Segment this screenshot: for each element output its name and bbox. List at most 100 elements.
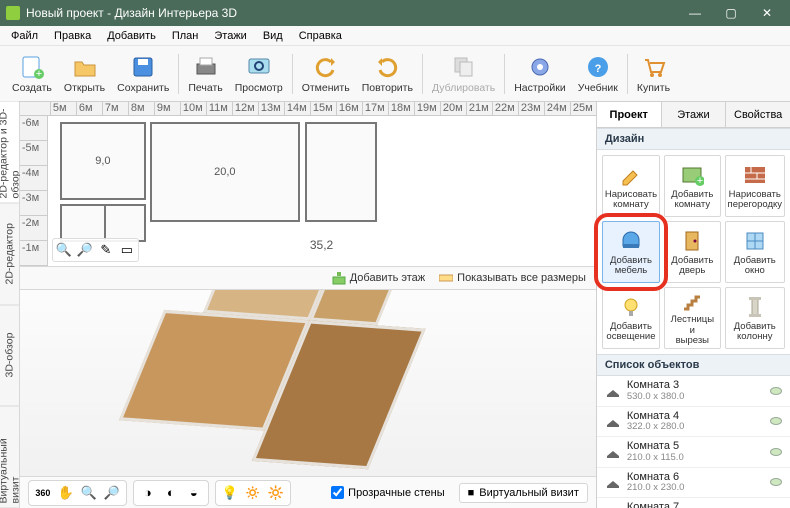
tb-preview-label: Просмотр [235,82,283,94]
zoom-in-icon[interactable]: 🔍 [55,241,73,259]
preview-icon [245,53,273,81]
ruler-tick: -5м [20,141,47,166]
rtab-1[interactable]: Этажи [662,102,727,127]
view-360-icon[interactable]: 360 [33,483,53,503]
menubar: Файл Правка Добавить План Этажи Вид Спра… [0,26,790,46]
menu-plan[interactable]: План [165,28,206,44]
vtab-3d[interactable]: 3D-обзор [0,305,19,407]
pencil-icon[interactable]: ✎ [97,241,115,259]
close-button[interactable]: ✕ [750,3,784,23]
tile-add-window[interactable]: Добавитьокно [725,221,785,283]
tb-undo-label: Отменить [302,82,350,94]
light-c-icon[interactable]: 🔆 [266,483,286,503]
save-icon [129,53,157,81]
plan-2d-view[interactable]: -6м-5м-4м-3м-2м-1м 9,0 20,0 35,2 🔍 🔎 ✎ ▭ [20,116,596,266]
tb-dup-label: Дублировать [432,82,495,94]
right-tabs: ПроектЭтажиСвойства [597,102,790,128]
visibility-icon[interactable] [770,448,782,456]
menu-help[interactable]: Справка [292,28,349,44]
zoom-out-icon[interactable]: 🔎 [76,241,94,259]
object-icon [605,474,621,490]
tb-undo-button[interactable]: Отменить [296,51,356,96]
visibility-icon[interactable] [770,387,782,395]
tb-settings-button[interactable]: Настройки [508,51,572,96]
tb-open-button[interactable]: Открыть [58,51,111,96]
ruler-tick: 16м [336,102,362,115]
ruler-tick: -3м [20,191,47,216]
render-b-icon[interactable]: ◐ [161,483,181,503]
ruler-tick: 18м [388,102,414,115]
add-floor-button[interactable]: Добавить этаж [332,271,425,285]
ruler-tick: 12м [232,102,258,115]
menu-view[interactable]: Вид [256,28,290,44]
tb-create-button[interactable]: +Создать [6,51,58,96]
vtab-virt[interactable]: Виртуальный визит [0,407,19,508]
eraser-icon[interactable]: ▭ [118,241,136,259]
print-icon [192,53,220,81]
pan-icon[interactable]: ✋ [56,483,76,503]
menu-add[interactable]: Добавить [100,28,163,44]
menu-file[interactable]: Файл [4,28,45,44]
tile-draw-room[interactable]: Нарисоватькомнату [602,155,660,217]
object-row[interactable]: Комната 4322.0 x 280.0 [597,407,790,438]
door-icon [679,228,705,254]
svg-text:?: ? [594,63,601,75]
stairs-icon [679,289,705,313]
transparent-walls-toggle[interactable]: Прозрачные стены [331,486,444,499]
vtab-2d[interactable]: 2D-редактор [0,204,19,306]
tile-add-door-label: Добавитьдверь [671,256,713,277]
object-row[interactable]: Комната 6210.0 x 230.0 [597,468,790,499]
transparent-walls-checkbox[interactable] [331,486,344,499]
menu-edit[interactable]: Правка [47,28,98,44]
object-row[interactable]: Комната 7415.0 x 960.0 [597,498,790,508]
menu-floors[interactable]: Этажи [207,28,253,44]
vertical-tabs: 2D-редактор и 3D-обзор2D-редактор3D-обзо… [0,102,20,508]
rtab-2[interactable]: Свойства [726,102,790,127]
ruler-tick: 19м [414,102,440,115]
tile-stairs[interactable]: Лестницы ивырезы [664,287,720,349]
light-b-icon[interactable]: 🔅 [243,483,263,503]
tb-dup-button[interactable]: Дублировать [426,51,501,96]
rtab-0[interactable]: Проект [597,102,662,127]
object-row[interactable]: Комната 5210.0 x 115.0 [597,437,790,468]
virtual-visit-button[interactable]: ■ Виртуальный визит [459,483,588,503]
camera-icon: ■ [468,487,475,499]
visibility-icon[interactable] [770,417,782,425]
object-dims: 322.0 x 280.0 [627,422,764,433]
light-a-icon[interactable]: 💡 [220,483,240,503]
minimize-button[interactable]: — [678,3,712,23]
tile-add-light[interactable]: Добавитьосвещение [602,287,660,349]
tb-preview-button[interactable]: Просмотр [229,51,289,96]
tb-open-label: Открыть [64,82,105,94]
tb-guide-button[interactable]: ?Учебник [572,51,624,96]
tb-create-label: Создать [12,82,52,94]
tile-add-door[interactable]: Добавитьдверь [664,221,720,283]
tb-save-button[interactable]: Сохранить [111,51,175,96]
maximize-button[interactable]: ▢ [714,3,748,23]
tb-save-label: Сохранить [117,82,169,94]
room-a[interactable]: 9,0 [60,122,146,200]
tile-draw-part[interactable]: Нарисоватьперегородку [725,155,785,217]
tile-add-furn[interactable]: Добавитьмебель [602,221,660,283]
tile-add-room[interactable]: +Добавитькомнату [664,155,720,217]
vtab-combo[interactable]: 2D-редактор и 3D-обзор [0,102,19,204]
room-e[interactable] [104,204,146,242]
tb-redo-label: Повторить [362,82,413,94]
object-row[interactable]: Комната 3530.0 x 380.0 [597,376,790,407]
plan-3d-view[interactable] [20,290,596,476]
tb-print-button[interactable]: Печать [182,51,228,96]
room-b[interactable]: 20,0 [150,122,300,222]
tb-redo-button[interactable]: Повторить [356,51,419,96]
ruler-tick: 5м [50,102,76,115]
room-c[interactable] [305,122,377,222]
zoom-out-3d-icon[interactable]: 🔎 [102,483,122,503]
room-d[interactable] [60,204,104,242]
zoom-in-3d-icon[interactable]: 🔍 [79,483,99,503]
tile-add-column[interactable]: Добавитьколонну [725,287,785,349]
show-dims-button[interactable]: Показывать все размеры [439,271,586,285]
tb-buy-button[interactable]: Купить [631,51,676,96]
render-a-icon[interactable]: ◑ [138,483,158,503]
object-name: Комната 7 [627,501,764,508]
visibility-icon[interactable] [770,478,782,486]
render-c-icon[interactable]: ◒ [184,483,204,503]
